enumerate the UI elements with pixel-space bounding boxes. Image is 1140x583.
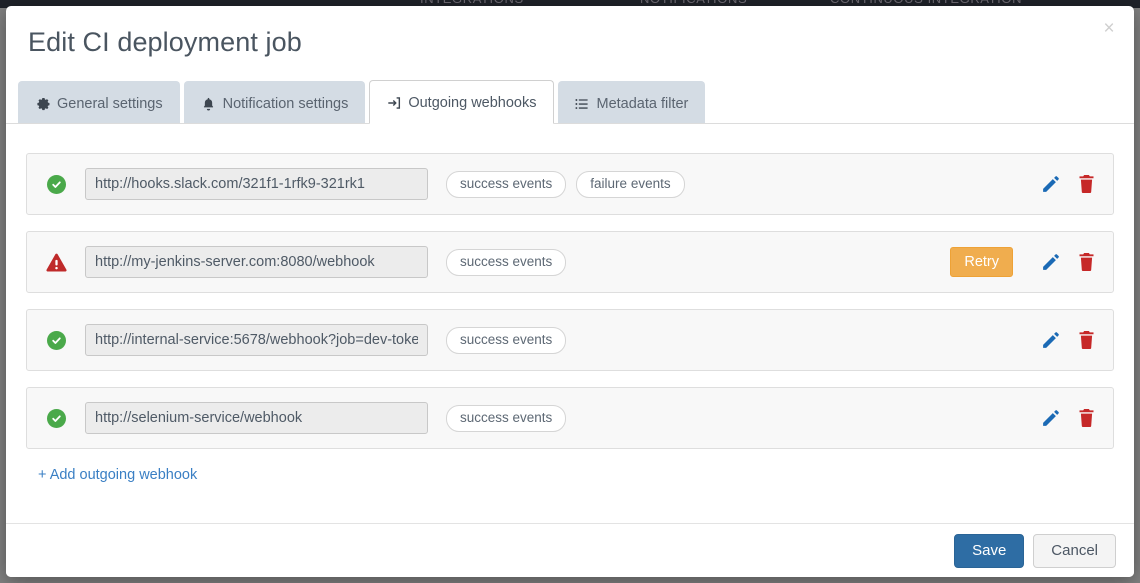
tab-metadata-filter[interactable]: Metadata filter <box>558 81 706 124</box>
webhook-status <box>27 409 85 428</box>
webhook-event-tags: success events <box>446 249 566 276</box>
check-circle-icon <box>47 331 66 350</box>
webhook-row: success events <box>26 387 1114 449</box>
edit-webhook-button[interactable] <box>1037 327 1063 353</box>
webhook-row: success events Retry <box>26 231 1114 293</box>
delete-webhook-button[interactable] <box>1073 171 1099 197</box>
outgoing-arrow-icon <box>386 95 401 110</box>
check-circle-icon <box>47 409 66 428</box>
event-tag[interactable]: failure events <box>576 171 684 198</box>
edit-webhook-button[interactable] <box>1037 405 1063 431</box>
webhook-event-tags: success events <box>446 405 566 432</box>
webhook-list: success events failure events <box>6 124 1134 522</box>
webhook-event-tags: success events <box>446 327 566 354</box>
page-title: Edit CI deployment job <box>28 27 302 58</box>
webhook-status <box>27 331 85 350</box>
webhook-url-input[interactable] <box>85 402 428 434</box>
webhook-url-input[interactable] <box>85 324 428 356</box>
modal-footer: Save Cancel <box>6 523 1134 577</box>
webhook-status <box>27 175 85 194</box>
webhook-event-tags: success events failure events <box>446 171 685 198</box>
event-tag[interactable]: success events <box>446 327 566 354</box>
edit-webhook-button[interactable] <box>1037 249 1063 275</box>
tab-general-settings[interactable]: General settings <box>18 81 180 124</box>
close-icon[interactable]: × <box>1098 19 1120 41</box>
tab-label: Notification settings <box>223 96 349 112</box>
tab-label: Metadata filter <box>597 96 689 112</box>
check-circle-icon <box>47 175 66 194</box>
tab-label: General settings <box>57 96 163 112</box>
list-icon <box>575 96 590 111</box>
bell-icon <box>201 96 216 111</box>
tab-notification-settings[interactable]: Notification settings <box>184 81 366 124</box>
gear-icon <box>35 96 50 111</box>
webhook-row: success events <box>26 309 1114 371</box>
warning-triangle-icon <box>45 253 67 272</box>
event-tag[interactable]: success events <box>446 171 566 198</box>
event-tag[interactable]: success events <box>446 405 566 432</box>
webhook-url-input[interactable] <box>85 168 428 200</box>
webhook-row: success events failure events <box>26 153 1114 215</box>
add-outgoing-webhook-link[interactable]: + Add outgoing webhook <box>38 467 197 483</box>
event-tag[interactable]: success events <box>446 249 566 276</box>
tab-label: Outgoing webhooks <box>408 95 536 111</box>
webhook-url-input[interactable] <box>85 246 428 278</box>
delete-webhook-button[interactable] <box>1073 327 1099 353</box>
tab-outgoing-webhooks[interactable]: Outgoing webhooks <box>369 80 553 124</box>
tab-bar: General settings Notification settings O… <box>18 83 1134 124</box>
delete-webhook-button[interactable] <box>1073 405 1099 431</box>
save-button[interactable]: Save <box>954 534 1024 568</box>
webhook-status <box>27 253 85 272</box>
edit-webhook-button[interactable] <box>1037 171 1063 197</box>
edit-job-modal: × Edit CI deployment job General setting… <box>6 6 1134 577</box>
delete-webhook-button[interactable] <box>1073 249 1099 275</box>
retry-button[interactable]: Retry <box>950 247 1013 277</box>
cancel-button[interactable]: Cancel <box>1033 534 1116 568</box>
